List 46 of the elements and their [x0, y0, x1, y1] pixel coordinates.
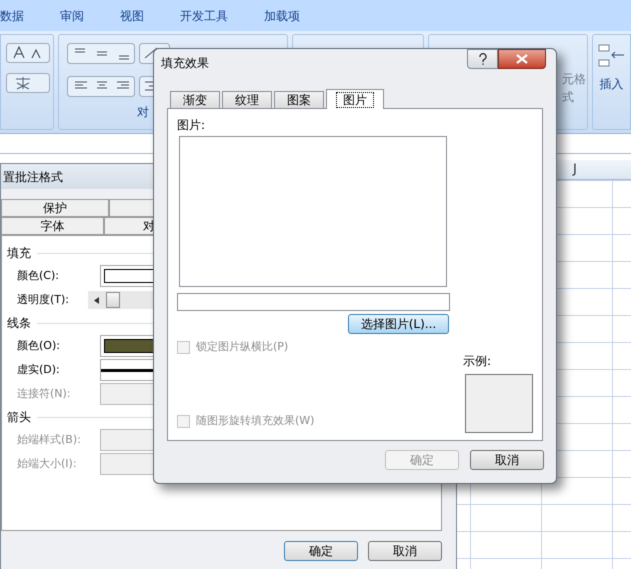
field-label: 图片:	[177, 117, 206, 134]
cell-styles-label: 式	[561, 89, 574, 106]
ribbon-tab[interactable]: 数据	[0, 6, 24, 24]
help-button[interactable]	[467, 49, 498, 69]
phonetic-guide-icon	[6, 73, 50, 93]
section-heading: 填充	[7, 245, 31, 262]
field-label: 透明度(T):	[16, 292, 70, 308]
group-label: 对	[137, 104, 150, 121]
field-label: 连接符(N):	[16, 386, 72, 402]
ribbon-tab[interactable]: 审阅	[60, 6, 84, 24]
sample-preview	[465, 374, 533, 432]
tab[interactable]: 渐变	[170, 91, 220, 108]
cancel-button[interactable]: 取消	[368, 541, 442, 561]
font-size-icon	[6, 43, 50, 63]
window-title: 填充效果	[161, 54, 210, 72]
tab[interactable]: 字体	[1, 217, 104, 235]
close-button[interactable]	[498, 49, 546, 69]
tab[interactable]: 图片	[326, 89, 384, 109]
checkbox-label: 随图形旋转填充效果(W)	[196, 413, 314, 429]
left-arrow-icon	[94, 296, 100, 304]
select-picture-button[interactable]: 选择图片(L)...	[348, 314, 449, 334]
field-label: 颜色(C):	[16, 268, 60, 284]
cancel-button[interactable]: 取消	[470, 450, 544, 470]
ribbon-tab[interactable]: 视图	[120, 6, 144, 24]
ribbon-tab[interactable]: 开发工具	[180, 6, 228, 24]
insert-cells-icon	[598, 43, 626, 69]
checkbox-label: 锁定图片纵横比(P)	[196, 339, 288, 355]
section-heading: 箭头	[7, 409, 31, 426]
section-heading: 线条	[7, 315, 31, 332]
tab[interactable]: 保护	[1, 199, 109, 217]
window-title: 置批注格式	[2, 168, 63, 186]
tab[interactable]: 图案	[274, 91, 324, 108]
slider-thumb[interactable]	[106, 292, 120, 308]
field-label: 始端大小(I):	[16, 456, 78, 472]
help-icon	[478, 53, 486, 65]
field-label: 始端样式(B):	[16, 432, 82, 448]
file-name-field[interactable]	[177, 293, 450, 311]
field-label: 虚实(D):	[16, 362, 61, 378]
tab[interactable]: 纹理	[222, 91, 272, 108]
field-label: 颜色(O):	[16, 338, 61, 354]
sample-label: 示例:	[463, 352, 492, 370]
insert-label: 插入	[600, 76, 624, 93]
cell-styles-label: 元格	[562, 71, 586, 88]
close-icon	[516, 54, 528, 64]
ribbon-tab[interactable]: 加载项	[264, 6, 300, 24]
ok-button[interactable]: 确定	[284, 541, 358, 561]
